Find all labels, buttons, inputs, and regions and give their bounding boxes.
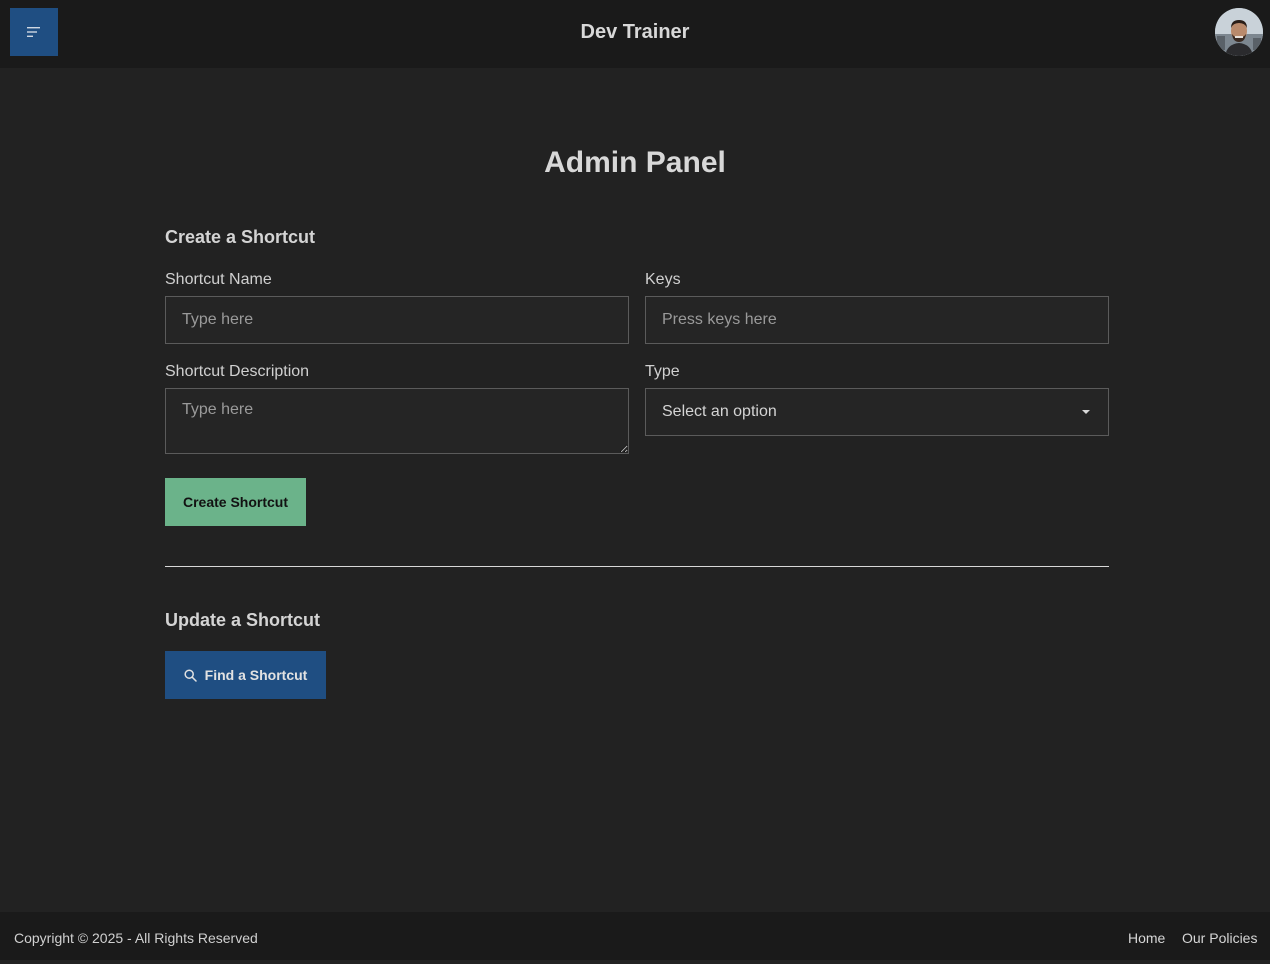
search-icon bbox=[184, 668, 197, 682]
keys-label: Keys bbox=[645, 271, 681, 288]
type-label: Type bbox=[645, 363, 680, 380]
type-select[interactable]: Select an option bbox=[645, 388, 1109, 436]
keys-input[interactable] bbox=[645, 296, 1109, 344]
top-bar: Dev Trainer bbox=[0, 0, 1270, 68]
footer-link-home[interactable]: Home bbox=[1128, 912, 1165, 964]
create-shortcut-button[interactable]: Create Shortcut bbox=[165, 478, 306, 526]
avatar-image bbox=[1215, 8, 1263, 56]
shortcut-name-label: Shortcut Name bbox=[165, 271, 272, 288]
footer-link-policies[interactable]: Our Policies bbox=[1182, 912, 1257, 964]
page-title: Admin Panel bbox=[544, 146, 726, 179]
menu-icon bbox=[27, 27, 40, 37]
user-avatar[interactable] bbox=[1215, 8, 1263, 56]
type-select-value: Select an option bbox=[662, 403, 777, 420]
shortcut-description-label: Shortcut Description bbox=[165, 363, 310, 380]
menu-button[interactable] bbox=[10, 8, 58, 56]
shortcut-name-input[interactable] bbox=[165, 296, 629, 344]
copyright-text: Copyright © 2025 - All Rights Reserved bbox=[14, 930, 258, 946]
section-divider bbox=[165, 566, 1109, 567]
caret-down-icon bbox=[1082, 410, 1090, 414]
update-shortcut-heading: Update a Shortcut bbox=[165, 610, 321, 630]
find-shortcut-label: Find a Shortcut bbox=[204, 667, 308, 683]
app-title: Dev Trainer bbox=[580, 21, 690, 43]
shortcut-description-textarea[interactable] bbox=[165, 388, 629, 454]
footer: Copyright © 2025 - All Rights Reserved H… bbox=[0, 912, 1270, 960]
find-shortcut-button[interactable]: Find a Shortcut bbox=[165, 651, 326, 699]
create-shortcut-heading: Create a Shortcut bbox=[165, 227, 316, 247]
